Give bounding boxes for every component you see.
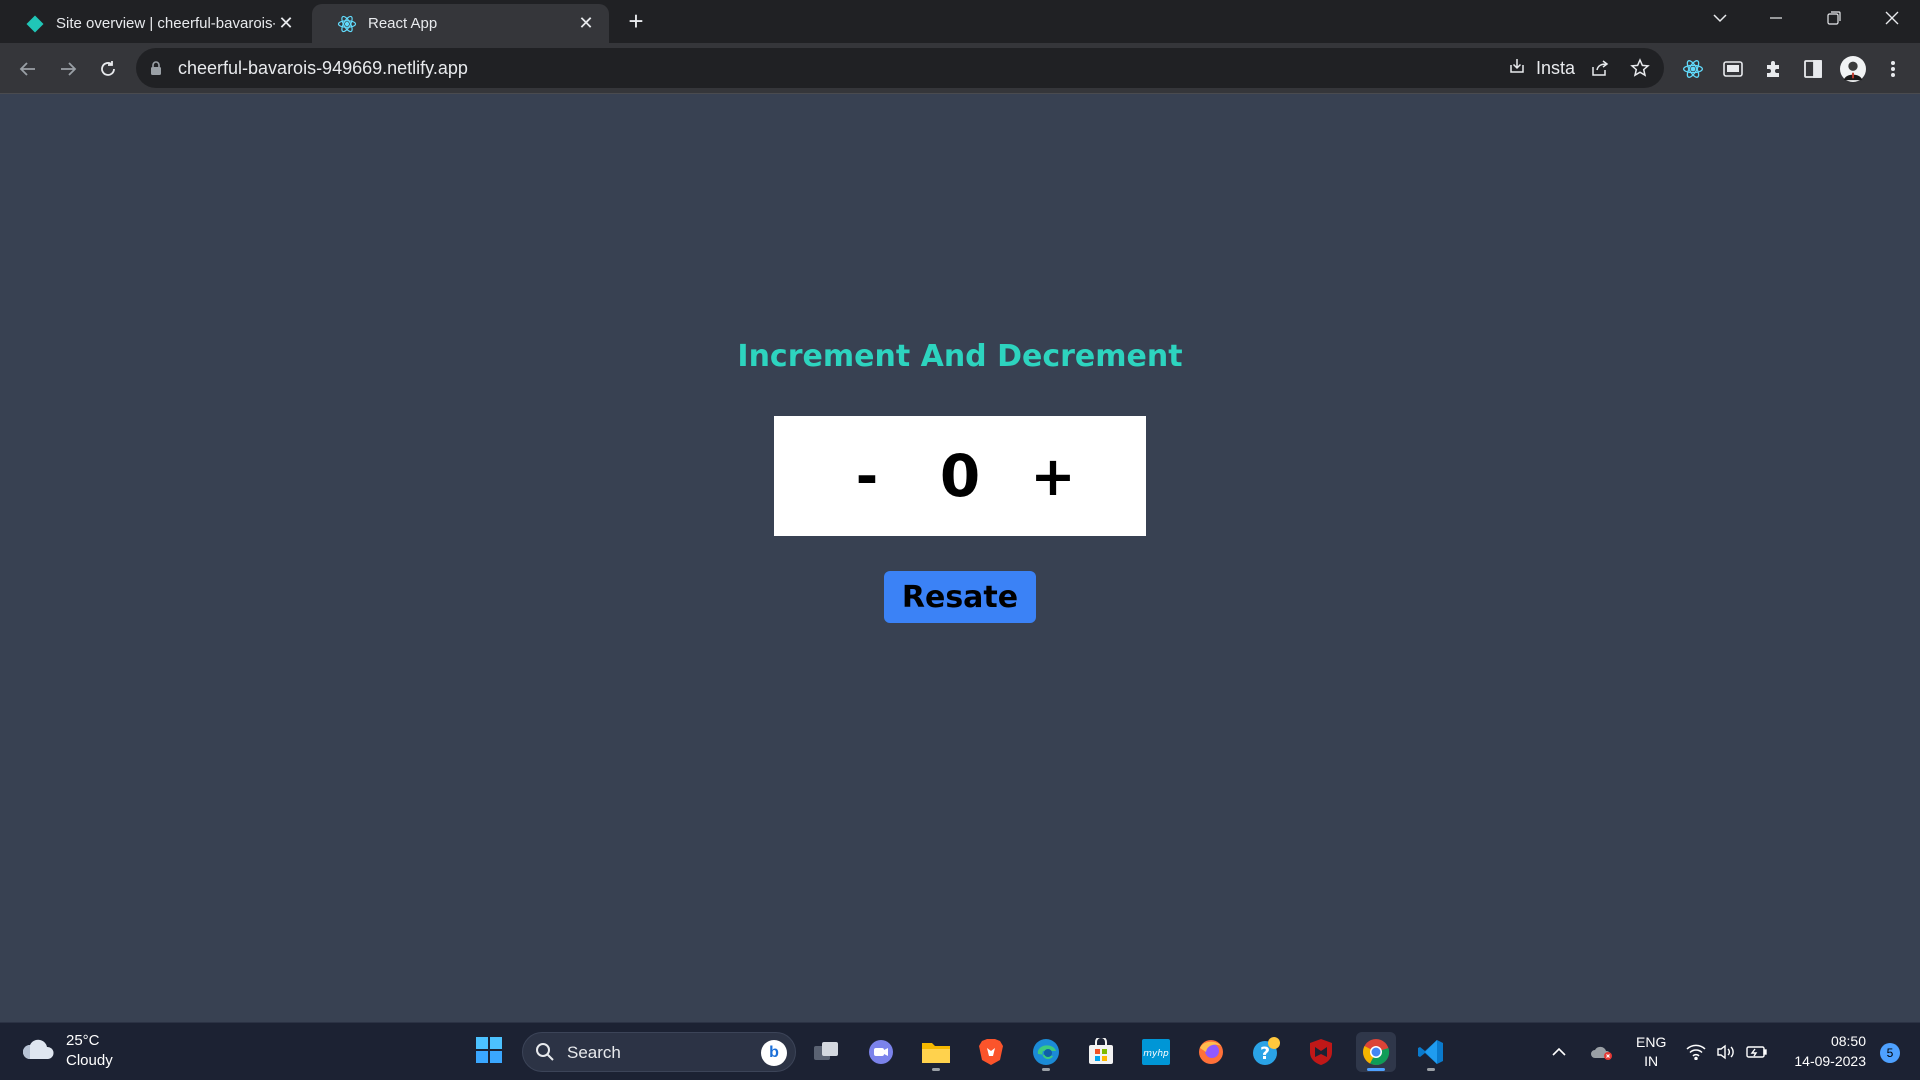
svg-text:myhp: myhp	[1143, 1049, 1169, 1059]
cloud-icon	[22, 1037, 56, 1065]
notification-badge[interactable]: 5	[1880, 1043, 1900, 1063]
search-icon	[535, 1042, 555, 1067]
help-icon[interactable]: ?	[1246, 1032, 1286, 1072]
tab-search-chevron-icon[interactable]	[1692, 0, 1748, 36]
counter-value: 0	[939, 442, 981, 510]
increment-button[interactable]: +	[1005, 445, 1101, 508]
active-indicator	[1367, 1068, 1385, 1071]
teams-chat-icon[interactable]	[861, 1032, 901, 1072]
menu-kebab-icon[interactable]	[1880, 56, 1906, 82]
file-explorer-icon[interactable]	[916, 1032, 956, 1072]
weather-description: Cloudy	[66, 1052, 113, 1069]
battery-icon[interactable]	[1746, 1023, 1768, 1080]
start-button[interactable]	[469, 1032, 509, 1072]
running-indicator	[1427, 1068, 1435, 1071]
show-hidden-icons-chevron-icon[interactable]	[1552, 1023, 1566, 1080]
clock-date: 14-09-2023	[1794, 1053, 1866, 1069]
tab-title: Site overview | cheerful-bavarois-949669	[56, 15, 275, 32]
chrome-icon[interactable]	[1356, 1032, 1396, 1072]
lock-icon	[150, 61, 162, 80]
edge-browser-icon[interactable]	[1026, 1032, 1066, 1072]
restore-button[interactable]	[1806, 0, 1862, 36]
search-label: Search	[567, 1043, 621, 1062]
windows-taskbar: 25°C Cloudy Search b myhp ? ENG IN 08:50…	[0, 1022, 1920, 1080]
windows-logo-icon	[475, 1036, 503, 1069]
language-code: ENG	[1636, 1034, 1667, 1050]
tab-react-app[interactable]: React App ✕	[312, 4, 609, 43]
reset-button[interactable]: Resate	[884, 571, 1036, 623]
forward-arrow-icon[interactable]	[54, 55, 82, 83]
url-text: cheerful-bavarois-949669.netlify.app	[178, 58, 468, 78]
close-tab-icon[interactable]: ✕	[275, 13, 297, 35]
browser-tab-strip: Site overview | cheerful-bavarois-949669…	[0, 0, 1920, 43]
myhp-icon[interactable]: myhp	[1136, 1032, 1176, 1072]
picture-in-picture-icon[interactable]	[1720, 56, 1746, 82]
close-tab-icon[interactable]: ✕	[575, 13, 597, 35]
tab-site-overview[interactable]: Site overview | cheerful-bavarois-949669…	[0, 4, 309, 43]
brave-browser-icon[interactable]	[971, 1032, 1011, 1072]
svg-text:?: ?	[1260, 1044, 1270, 1064]
onedrive-error-icon[interactable]	[1590, 1023, 1614, 1080]
page-content: Increment And Decrement - 0 + Resate	[0, 94, 1920, 1022]
weather-widget[interactable]: 25°C Cloudy	[22, 1031, 113, 1071]
react-devtools-icon[interactable]	[1680, 56, 1706, 82]
address-bar[interactable]: cheerful-bavarois-949669.netlify.app Ins…	[136, 48, 1664, 88]
extensions-puzzle-icon[interactable]	[1760, 56, 1786, 82]
browser-toolbar: cheerful-bavarois-949669.netlify.app Ins…	[0, 43, 1920, 94]
decrement-button[interactable]: -	[819, 445, 915, 508]
vscode-icon[interactable]	[1411, 1032, 1451, 1072]
close-window-button[interactable]	[1864, 0, 1920, 36]
running-indicator	[932, 1068, 940, 1071]
mcafee-icon[interactable]	[1301, 1032, 1341, 1072]
taskbar-search[interactable]: Search b	[522, 1032, 796, 1072]
back-arrow-icon[interactable]	[14, 55, 42, 83]
weather-temperature: 25°C	[66, 1032, 100, 1049]
wifi-icon[interactable]	[1686, 1023, 1706, 1080]
task-view-icon[interactable]	[806, 1032, 846, 1072]
volume-icon[interactable]	[1716, 1023, 1736, 1080]
install-app-button[interactable]: Insta	[1508, 56, 1575, 80]
install-label: Insta	[1536, 57, 1576, 78]
bing-icon[interactable]: b	[761, 1040, 787, 1066]
clock-time: 08:50	[1830, 1033, 1866, 1049]
tab-title: React App	[368, 15, 438, 32]
share-icon[interactable]	[1590, 56, 1610, 80]
page-title: Increment And Decrement	[737, 339, 1183, 374]
input-language-indicator[interactable]: ENG IN	[1636, 1023, 1666, 1080]
firefox-icon[interactable]	[1191, 1032, 1231, 1072]
side-panel-icon[interactable]	[1800, 56, 1826, 82]
minimize-button[interactable]	[1748, 0, 1804, 36]
system-clock[interactable]: 08:50 14-09-2023	[1794, 1031, 1866, 1071]
running-indicator	[1042, 1068, 1050, 1071]
install-icon	[1508, 57, 1526, 80]
profile-avatar[interactable]	[1840, 56, 1866, 82]
react-atom-icon	[336, 13, 358, 35]
bookmark-star-icon[interactable]	[1630, 56, 1650, 80]
netlify-diamond-icon	[24, 13, 46, 35]
reload-icon[interactable]	[94, 55, 122, 83]
microsoft-store-icon[interactable]	[1081, 1032, 1121, 1072]
counter-panel: - 0 +	[774, 416, 1146, 536]
new-tab-button[interactable]: +	[622, 8, 650, 36]
region-code: IN	[1644, 1053, 1659, 1069]
